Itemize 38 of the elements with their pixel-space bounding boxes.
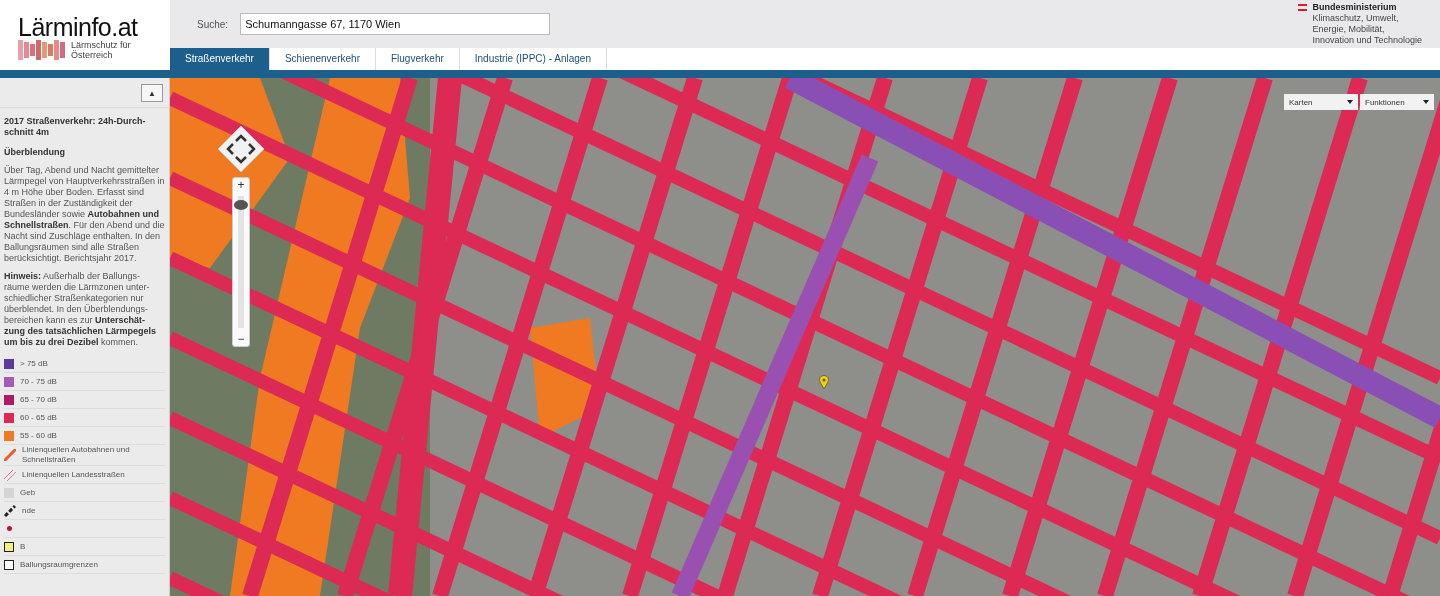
zoom-out-button[interactable]: − [234,332,248,346]
legend-label: B [20,541,26,552]
legend-label: 60 - 65 dB [20,412,57,423]
legend-label: 70 - 75 dB [20,376,57,387]
search-label: Suche: [197,18,229,30]
dropdown-menu[interactable]: Karten [1284,94,1358,110]
logo-title: Lärminfo.at [18,14,139,40]
description-text: Hinweis: Außerhalb der Ballungs-räume werden die Lärmzonen unter-schiedlicher Straßenkategorien nur überblendet. In den Überblendungs-bereichen kann es zur Unterschät-zung des tatsächlichen Lärmpegels um bis zu drei Dezibel kommen. [4,271,158,348]
legend-subtitle: Überblendung [4,147,66,157]
zoom-in-button[interactable]: + [234,178,248,192]
logo-subtitle: Lärmschutz für Österreich [71,40,132,60]
description-text: Über Tag, Abend und Nacht gemittelter Lärmpegel von Hauptverkehrsstraßen in 4 m Höhe über Boden. Erfasst sind Straßen in der Zuständigkeit der Bundesländer sowie Autobahnen und Schnellstraßen. Für den Abend und die Nacht sind Zuschläge enthalten. In den Ballungsräumen sind alle Straßen berücksichtigt. Berichtsjahr 2017. [4,165,165,264]
legend-label: Ballungsraumgrenzen [20,559,98,570]
ministry-text: Energie, Mobilität, [1312,24,1386,35]
location-pin-icon [819,375,829,389]
legend-label: Linienquellen Landesstraßen [22,469,125,480]
caret-icon [1347,100,1353,104]
search-field[interactable]: Schumanngasse 67, 1170 Wien [240,13,551,35]
map-placeholder[interactable]: + − Karten Funktionen [170,78,1440,596]
legend-label: nde [22,505,36,516]
ministry-name: Bundesministerium [1312,2,1398,13]
ministry-text: Klimaschutz, Umwelt, [1312,13,1400,24]
pan-control[interactable] [216,124,266,174]
dropdown-menu[interactable]: Funktionen [1360,94,1434,110]
logo-bars-icon [18,40,68,62]
legend-label: > 75 dB [20,358,48,369]
zoom-slider[interactable]: + − [232,177,250,347]
caret-icon [1423,100,1429,104]
zoom-slider-thumb[interactable] [234,200,248,211]
flag-icon [1297,4,1307,11]
tab[interactable]: Straßenverkehr [170,48,270,70]
ministry-text: Innovation und Technologie [1312,35,1422,46]
legend-label: Geb [20,487,36,498]
collapse-button[interactable]: ▲ [141,84,163,102]
legend-label: 65 - 70 dB [20,394,57,405]
legend-title: 2017 Straßenverkehr: 24h-Durch-schnitt 4m [4,116,147,138]
legend-label: 55 - 60 dB [20,430,57,441]
legend-label: Linienquellen Autobahnen und Schnellstraßen [22,445,131,465]
